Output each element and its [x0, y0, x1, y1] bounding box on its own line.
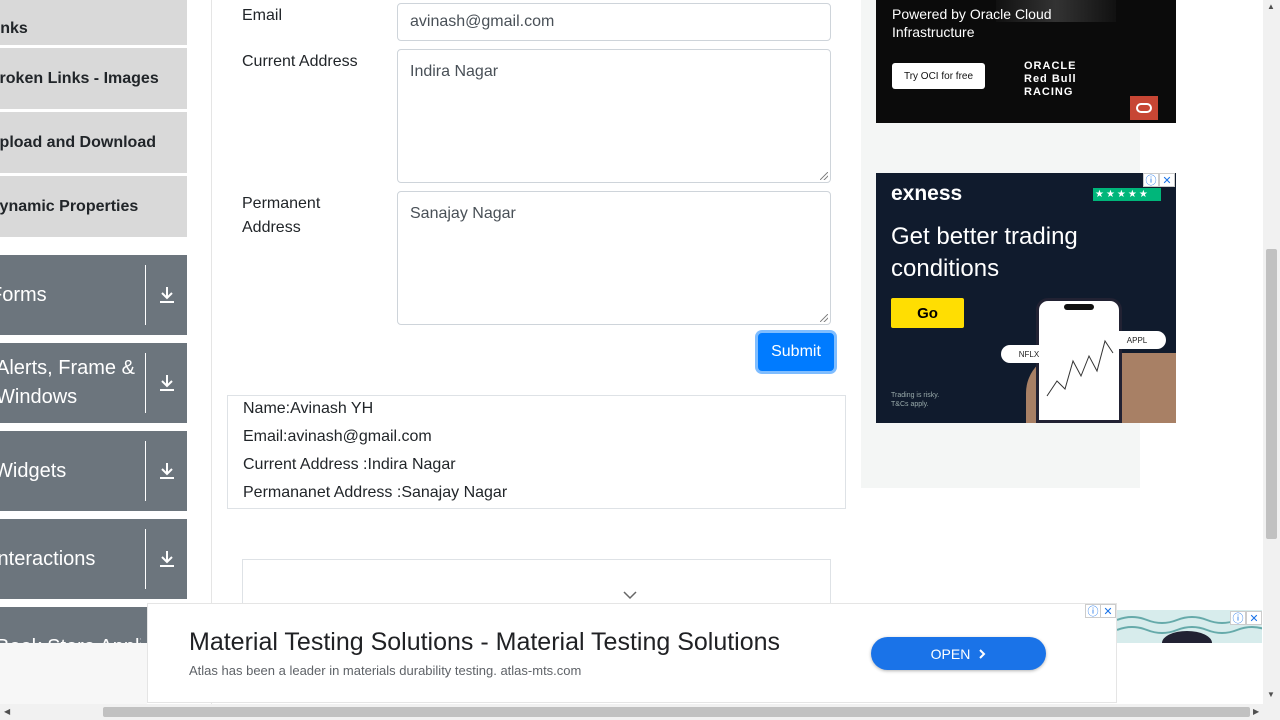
exness-ad[interactable]: exness ★★★★★ Get better trading conditio… — [876, 173, 1176, 423]
chevron-down-icon[interactable] — [622, 588, 638, 600]
sidebar-group-label: Interactions — [0, 547, 96, 570]
submit-button[interactable]: Submit — [758, 333, 834, 371]
info-icon[interactable]: ⓘ — [1230, 611, 1246, 625]
permanent-address-label: Permanent Address — [242, 195, 321, 236]
output-current-address: Current Address :Indira Nagar — [243, 456, 456, 473]
email-field[interactable] — [397, 3, 831, 41]
vertical-scrollbar-thumb[interactable] — [1266, 249, 1277, 539]
output-name: Name:Avinash YH — [243, 400, 374, 417]
nflx-pill: NFLX — [1001, 345, 1057, 363]
current-address-field[interactable]: Indira Nagar — [397, 49, 831, 183]
oracle-ad[interactable]: Powered by Oracle Cloud Infrastructure T… — [876, 0, 1176, 123]
sidebar-group-alerts[interactable]: Alerts, Frame & Windows — [0, 343, 187, 423]
sidebar-item-broken-links[interactable]: Broken Links - Images — [0, 48, 187, 110]
sidebar-item-label: Broken Links - Images — [0, 69, 159, 87]
download-icon[interactable] — [145, 529, 187, 589]
current-address-label: Current Address — [242, 53, 358, 70]
permanent-address-field[interactable]: Sanajay Nagar — [397, 191, 831, 325]
sidebar-item-upload-download[interactable]: Upload and Download — [0, 112, 187, 174]
scroll-up-arrow-icon[interactable]: ▲ — [1267, 2, 1275, 11]
sidebar-group-label: Forms — [0, 283, 47, 306]
page: Links Broken Links - Images Upload and D… — [0, 0, 1280, 720]
sidebar-group-widgets[interactable]: Widgets — [0, 431, 187, 511]
oracle-redbull-logo: ORACLE Red Bull RACING — [1024, 60, 1077, 98]
exness-logo: exness — [891, 182, 963, 205]
page-footer-strip — [0, 643, 147, 704]
download-icon[interactable] — [145, 441, 187, 501]
chevron-right-icon — [979, 648, 986, 659]
sidebar-group-label: Alerts, Frame & Windows — [0, 357, 135, 408]
sidebar-item-label: Upload and Download — [0, 133, 156, 151]
download-icon[interactable] — [145, 353, 187, 413]
output-permanent-address: Permananet Address :Sanajay Nagar — [243, 484, 508, 501]
scroll-down-arrow-icon[interactable]: ▼ — [1267, 690, 1275, 699]
exness-go-button[interactable]: Go — [891, 298, 964, 328]
open-button[interactable]: OPEN — [871, 637, 1046, 670]
open-button-label: OPEN — [930, 645, 971, 662]
exness-headline: Get better trading conditions — [891, 223, 1078, 282]
oracle-ad-button[interactable]: Try OCI for free — [892, 63, 985, 89]
sidebar-item-links[interactable]: Links — [0, 0, 187, 46]
download-icon[interactable] — [145, 265, 187, 325]
close-icon[interactable]: ✕ — [1159, 173, 1175, 187]
sidebar-item-dynamic-properties[interactable]: Dynamic Properties — [0, 176, 187, 238]
email-label: Email — [242, 7, 283, 24]
output-email: Email:avinash@gmail.com — [243, 428, 432, 445]
sidebar-item-label: Links — [0, 19, 28, 37]
resize-handle[interactable] — [820, 314, 828, 322]
sidebar-group-label: Widgets — [0, 459, 67, 482]
sidebar-item-label: Dynamic Properties — [0, 197, 139, 215]
output-panel: Name:Avinash YH Email:avinash@gmail.com … — [227, 395, 846, 509]
sidebar-group-forms[interactable]: Forms — [0, 255, 187, 335]
bottom-banner-ad[interactable]: Material Testing Solutions - Material Te… — [147, 603, 1117, 703]
appl-pill: APPL — [1108, 331, 1166, 349]
bottom-ad-subtitle: Atlas has been a leader in materials dur… — [189, 663, 582, 678]
current-address-value: Indira Nagar — [410, 63, 499, 80]
oracle-ad-text: Powered by Oracle Cloud Infrastructure — [892, 6, 1052, 40]
close-icon[interactable]: ✕ — [1246, 611, 1262, 625]
scroll-right-arrow-icon[interactable]: ▶ — [1253, 707, 1259, 716]
sidebar-group-interactions[interactable]: Interactions — [0, 519, 187, 599]
close-icon[interactable]: ✕ — [1100, 604, 1116, 618]
resize-handle[interactable] — [820, 172, 828, 180]
rating-stars-icon: ★★★★★ — [1093, 188, 1161, 201]
info-icon[interactable]: ⓘ — [1143, 173, 1159, 187]
horizontal-scrollbar-thumb[interactable] — [103, 707, 1250, 717]
scroll-left-arrow-icon[interactable]: ◀ — [4, 707, 10, 716]
bottom-ad-title: Material Testing Solutions - Material Te… — [189, 628, 781, 656]
permanent-address-value: Sanajay Nagar — [410, 205, 516, 222]
oracle-icon — [1130, 96, 1158, 120]
info-icon[interactable]: ⓘ — [1085, 604, 1101, 618]
exness-disclaimer: Trading is risky. T&Cs apply. — [891, 392, 940, 408]
